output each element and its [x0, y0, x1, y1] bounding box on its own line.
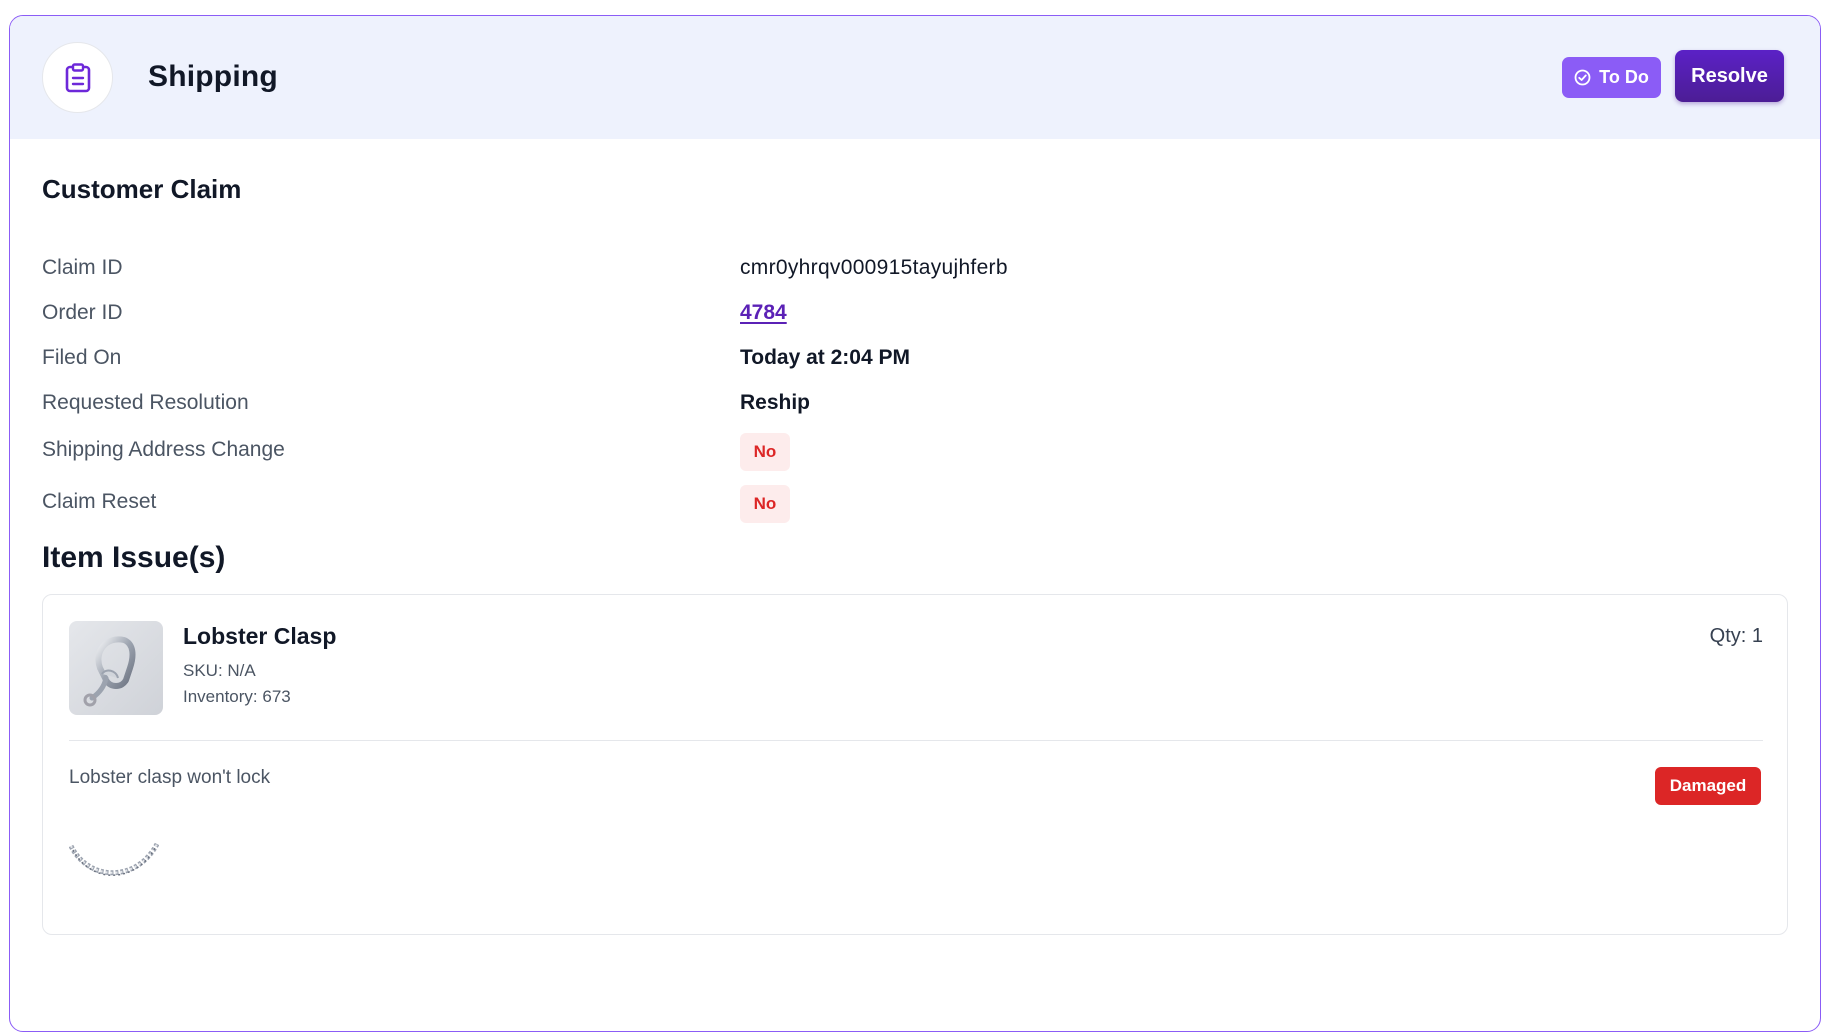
lobster-clasp-image — [69, 621, 163, 715]
shipping-address-change-label: Shipping Address Change — [42, 438, 285, 461]
resolve-button[interactable]: Resolve — [1675, 50, 1784, 102]
header-icon-container — [42, 42, 113, 113]
page-title: Shipping — [148, 60, 278, 93]
order-id-label: Order ID — [42, 301, 123, 324]
item-divider — [69, 740, 1763, 741]
claim-header: Shipping To Do Resolve — [10, 16, 1820, 139]
item-issues-heading: Item Issue(s) — [42, 541, 226, 574]
item-sku: SKU: N/A — [183, 661, 256, 680]
requested-resolution-label: Requested Resolution — [42, 391, 249, 414]
damaged-badge: Damaged — [1655, 767, 1761, 805]
issue-description: Lobster clasp won't lock — [69, 767, 271, 788]
claim-card: Shipping To Do Resolve Customer Claim Cl… — [9, 15, 1821, 1032]
order-id-link[interactable]: 4784 — [740, 301, 787, 325]
chain-photo-image[interactable] — [68, 838, 160, 894]
filed-on-value: Today at 2:04 PM — [740, 346, 910, 369]
item-name: Lobster Clasp — [183, 623, 337, 649]
claim-reset-badge: No — [740, 485, 790, 523]
claim-id-label: Claim ID — [42, 256, 123, 279]
item-inventory: Inventory: 673 — [183, 687, 291, 706]
item-issue-card: Lobster Clasp SKU: N/A Inventory: 673 Qt… — [42, 594, 1788, 935]
filed-on-label: Filed On — [42, 346, 122, 369]
requested-resolution-value: Reship — [740, 391, 811, 414]
item-quantity: Qty: 1 — [1709, 625, 1763, 647]
clipboard-icon — [65, 62, 90, 92]
claim-reset-label: Claim Reset — [42, 490, 157, 513]
status-badge-label: To Do — [1599, 67, 1649, 87]
check-circle-icon — [1574, 69, 1591, 86]
shipping-address-change-badge: No — [740, 433, 790, 471]
status-badge: To Do — [1562, 57, 1661, 98]
customer-claim-heading: Customer Claim — [42, 174, 242, 204]
claim-id-value: cmr0yhrqv000915tayujhferb — [740, 256, 1008, 279]
